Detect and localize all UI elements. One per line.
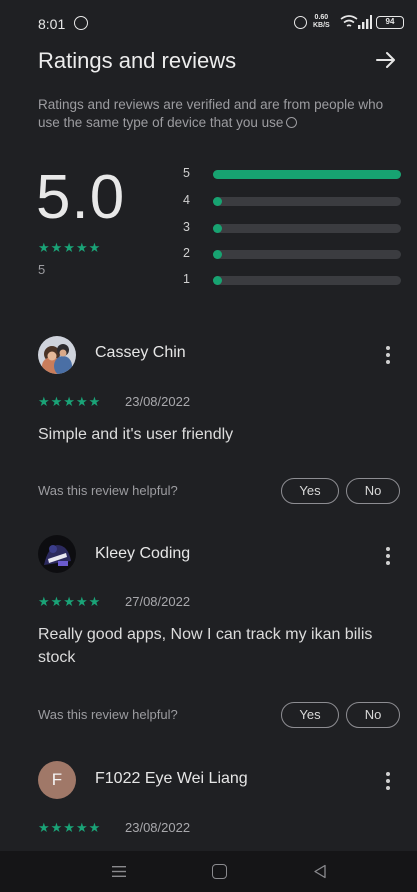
info-icon[interactable] bbox=[286, 117, 298, 128]
review-date: 23/08/2022 bbox=[125, 820, 191, 835]
average-rating: 5.0 bbox=[36, 163, 126, 232]
helpful-no-button[interactable]: No bbox=[346, 702, 400, 728]
dist-label-4: 4 bbox=[183, 193, 190, 207]
dist-fill-3 bbox=[213, 224, 222, 233]
wifi-icon bbox=[340, 15, 358, 27]
dist-label-2: 2 bbox=[183, 246, 190, 260]
system-nav-bar bbox=[0, 851, 417, 892]
review-text: Simple and it's user friendly bbox=[38, 426, 234, 443]
dist-bar-5 bbox=[213, 170, 401, 179]
dist-bar-2 bbox=[213, 250, 401, 259]
review-stars: ★★★★★ bbox=[38, 394, 102, 409]
battery-icon: 94 bbox=[376, 16, 404, 29]
more-options-icon[interactable] bbox=[382, 770, 394, 792]
arrow-right-icon[interactable] bbox=[374, 48, 398, 72]
avatar-letter[interactable]: F bbox=[38, 761, 76, 799]
helpful-yes-button[interactable]: Yes bbox=[281, 702, 339, 728]
recent-apps-icon[interactable] bbox=[112, 866, 126, 877]
review-date: 27/08/2022 bbox=[125, 594, 191, 609]
dist-bar-1 bbox=[213, 276, 401, 285]
status-bar: 8:01 0.60 KB/S 94 bbox=[0, 0, 417, 40]
reviewer-name: Cassey Chin bbox=[95, 344, 186, 361]
network-speed-value: 0.60 bbox=[314, 14, 329, 21]
signal-icon bbox=[358, 15, 372, 29]
avatar[interactable] bbox=[38, 336, 76, 374]
avatar-logo-icon bbox=[38, 535, 76, 573]
review-text: Really good apps, Now I can track my ika… bbox=[38, 626, 373, 666]
helpful-prompt: Was this review helpful? bbox=[38, 483, 178, 498]
dist-bar-3 bbox=[213, 224, 401, 233]
dist-fill-4 bbox=[213, 197, 222, 206]
reviewer-name: Kleey Coding bbox=[95, 545, 191, 562]
home-icon[interactable] bbox=[212, 864, 227, 879]
dist-fill-1 bbox=[213, 276, 222, 285]
average-stars: ★★★★★ bbox=[38, 240, 102, 255]
helpful-prompt: Was this review helpful? bbox=[38, 707, 178, 722]
dist-label-1: 1 bbox=[183, 272, 190, 286]
more-options-icon[interactable] bbox=[382, 344, 394, 366]
review-date: 23/08/2022 bbox=[125, 394, 191, 409]
whatsapp-notification-icon bbox=[74, 16, 88, 30]
helpful-yes-button[interactable]: Yes bbox=[281, 478, 339, 504]
back-icon[interactable] bbox=[313, 864, 327, 879]
dist-label-3: 3 bbox=[183, 220, 190, 234]
network-speed-unit: KB/S bbox=[313, 22, 330, 29]
review-stars: ★★★★★ bbox=[38, 820, 102, 835]
avatar[interactable] bbox=[38, 535, 76, 573]
page-title: Ratings and reviews bbox=[38, 48, 237, 73]
review-stars: ★★★★★ bbox=[38, 594, 102, 609]
review-count: 5 bbox=[38, 262, 46, 277]
alarm-icon bbox=[294, 16, 307, 29]
avatar-photo-icon bbox=[38, 336, 76, 374]
dist-fill-2 bbox=[213, 250, 222, 259]
dist-fill-5 bbox=[213, 170, 401, 179]
reviewer-name: F1022 Eye Wei Liang bbox=[95, 770, 248, 787]
verified-note-text: Ratings and reviews are verified and are… bbox=[38, 97, 384, 130]
ratings-screen: 8:01 0.60 KB/S 94 Ratings and reviews Ra… bbox=[0, 0, 417, 892]
helpful-no-button[interactable]: No bbox=[346, 478, 400, 504]
more-options-icon[interactable] bbox=[382, 545, 394, 567]
dist-bar-4 bbox=[213, 197, 401, 206]
dist-label-5: 5 bbox=[183, 166, 190, 180]
network-speed: 0.60 KB/S bbox=[313, 14, 330, 30]
status-time: 8:01 bbox=[38, 16, 66, 32]
verified-note: Ratings and reviews are verified and are… bbox=[38, 96, 388, 132]
